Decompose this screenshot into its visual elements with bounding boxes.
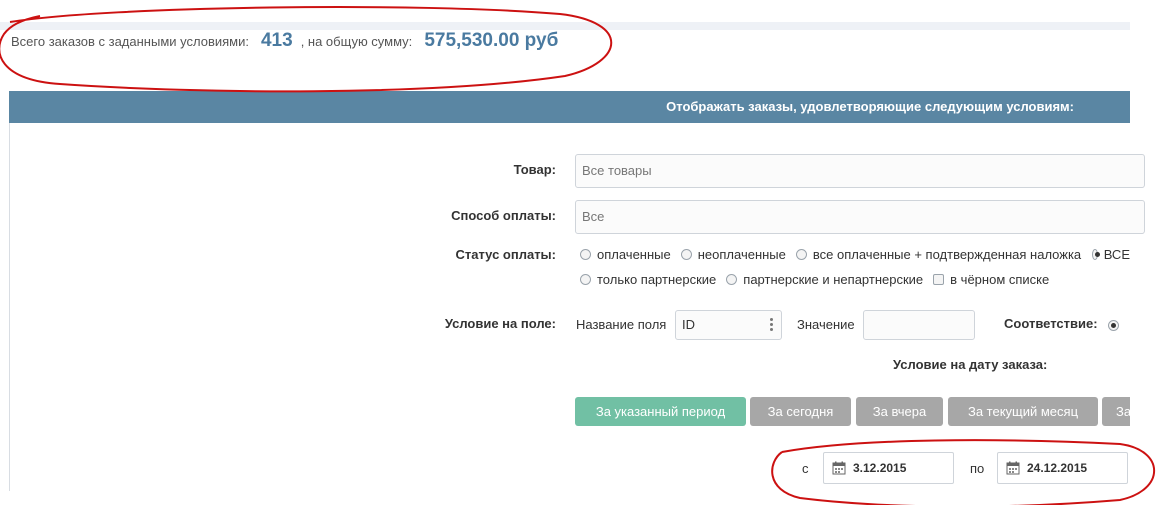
annotation-ellipse-summary [0,6,613,93]
annotation-ellipse-dates [771,439,1156,505]
annotation-overlay [0,6,1156,505]
